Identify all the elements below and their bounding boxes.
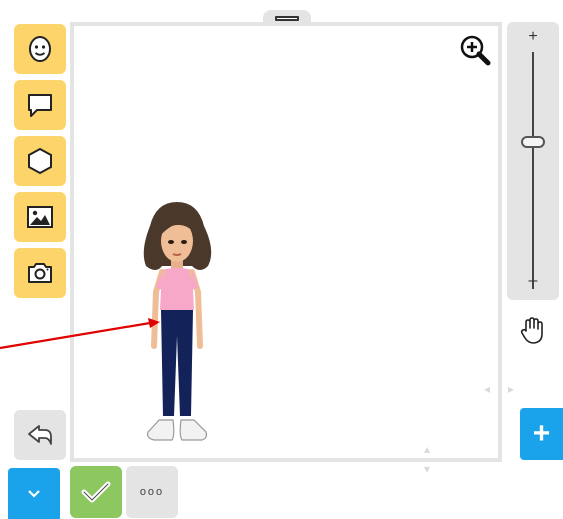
add-button-label: + [532, 417, 551, 450]
checkmark-icon [81, 481, 111, 503]
collapse-panel-button[interactable] [8, 468, 60, 519]
nav-left-chevron-icon[interactable]: ◂ [484, 382, 490, 396]
speech-bubble-tool-button[interactable] [14, 80, 66, 130]
hexagon-icon [28, 147, 52, 175]
confirm-button[interactable] [70, 466, 122, 518]
camera-icon [28, 263, 52, 283]
speech-bubble-icon [28, 94, 52, 117]
annotation-arrow [0, 318, 160, 350]
nav-down-chevron-icon[interactable]: ▾ [424, 462, 430, 476]
image-icon [27, 206, 53, 228]
zoom-slider-panel: + – [507, 22, 559, 300]
more-options-label: ooo [139, 486, 165, 498]
zoom-slider-track[interactable] [532, 52, 534, 289]
zoom-in-icon[interactable] [458, 34, 494, 68]
nav-up-chevron-icon[interactable]: ▴ [424, 442, 430, 456]
face-tool-button[interactable] [14, 24, 66, 74]
zoom-minus-label[interactable]: – [507, 272, 559, 290]
camera-tool-button[interactable] [14, 248, 66, 298]
add-button[interactable]: + [520, 408, 563, 460]
undo-button[interactable] [14, 410, 66, 460]
undo-arrow-icon [28, 425, 52, 445]
zoom-plus-label[interactable]: + [507, 28, 559, 46]
nav-right-chevron-icon[interactable]: ▸ [508, 382, 514, 396]
face-icon [29, 36, 51, 62]
hand-pan-icon[interactable] [520, 316, 546, 346]
more-options-button[interactable]: ooo [126, 466, 178, 518]
handle-bar-icon [275, 16, 299, 21]
zoom-slider-thumb[interactable] [521, 136, 545, 148]
image-tool-button[interactable] [14, 192, 66, 242]
chevron-down-icon [28, 489, 40, 498]
shape-tool-button[interactable] [14, 136, 66, 186]
